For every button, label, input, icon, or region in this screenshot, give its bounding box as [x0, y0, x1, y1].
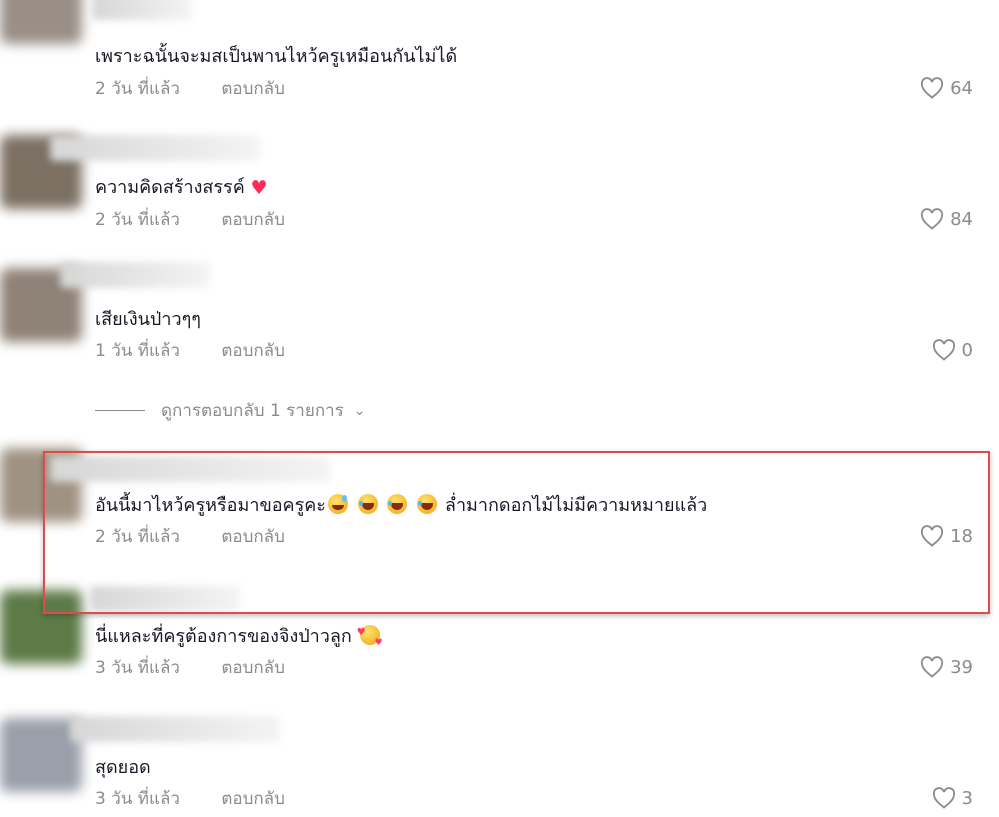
- username-blurred[interactable]: [50, 135, 260, 161]
- comment-text-content: นี่แหละที่ครูต้องการของจิงป่าวลูก: [95, 626, 352, 647]
- reply-button[interactable]: ตอบกลับ: [221, 78, 285, 100]
- heart-outline-icon: [921, 525, 944, 547]
- avatar[interactable]: [0, 0, 82, 44]
- heart-outline-icon: [932, 787, 955, 809]
- divider-line: [95, 410, 145, 411]
- like-button[interactable]: 39: [920, 656, 973, 678]
- comment-time: 1 วัน ที่แล้ว: [95, 341, 180, 361]
- reply-button[interactable]: ตอบกลับ: [221, 526, 285, 548]
- comment-time: 3 วัน ที่แล้ว: [95, 789, 180, 809]
- like-count: 3: [961, 787, 973, 809]
- comment-text: สุดยอด: [95, 757, 151, 778]
- username-blurred[interactable]: [70, 716, 280, 742]
- heart-outline-icon: [932, 339, 955, 361]
- username-blurred[interactable]: [60, 262, 210, 288]
- tears-of-joy-emoji-icon: [387, 494, 408, 514]
- comment-text: ความคิดสร้างสรรค์ ♥: [95, 176, 268, 200]
- username-blurred[interactable]: [50, 456, 330, 482]
- reply-button[interactable]: ตอบกลับ: [221, 788, 285, 810]
- comment-text: อันนี้มาไหว้ครูหรือมาขอครูคะ ล่ำมากดอกไม…: [95, 494, 707, 518]
- smiling-hearts-emoji-icon: [357, 621, 383, 655]
- username-blurred[interactable]: [92, 0, 192, 20]
- heart-emoji-icon: ♥: [250, 177, 268, 199]
- comment-meta: 3 วัน ที่แล้ว ตอบกลับ: [95, 657, 285, 679]
- view-replies-label: ดูการตอบกลับ 1 รายการ: [161, 401, 344, 421]
- like-count: 39: [950, 656, 973, 678]
- grinning-sweat-emoji-icon: [327, 494, 348, 514]
- comment-text-content: อันนี้มาไหว้ครูหรือมาขอครูคะ: [95, 495, 326, 516]
- tears-of-joy-emoji-icon: [417, 494, 438, 514]
- like-button[interactable]: 64: [920, 77, 973, 99]
- comment-time: 2 วัน ที่แล้ว: [95, 79, 180, 99]
- reply-button[interactable]: ตอบกลับ: [221, 657, 285, 679]
- like-count: 84: [950, 208, 973, 230]
- avatar[interactable]: [0, 590, 82, 664]
- comment-text-content: ล่ำมากดอกไม้ไม่มีความหมายแล้ว: [444, 495, 708, 516]
- like-button[interactable]: 0: [932, 339, 973, 361]
- chevron-down-icon: ⌄: [353, 402, 366, 419]
- like-count: 18: [950, 525, 973, 547]
- view-replies-button[interactable]: ดูการตอบกลับ 1 รายการ ⌄: [95, 397, 366, 424]
- heart-outline-icon: [921, 656, 944, 678]
- tears-of-joy-emoji-icon: [357, 494, 378, 514]
- comment-text-content: ความคิดสร้างสรรค์: [95, 177, 245, 198]
- like-count: 64: [950, 77, 973, 99]
- like-button[interactable]: 18: [920, 525, 973, 547]
- reply-button[interactable]: ตอบกลับ: [221, 340, 285, 362]
- comment-text: เพราะฉนั้นจะมสเป็นพานไหว้ครูเหมือนกันไม่…: [95, 46, 458, 67]
- heart-outline-icon: [921, 208, 944, 230]
- like-button[interactable]: 3: [932, 787, 973, 809]
- comment-meta: 2 วัน ที่แล้ว ตอบกลับ: [95, 526, 285, 548]
- like-count: 0: [961, 339, 973, 361]
- like-button[interactable]: 84: [920, 208, 973, 230]
- heart-outline-icon: [921, 77, 944, 99]
- username-blurred[interactable]: [90, 586, 240, 612]
- comment-time: 2 วัน ที่แล้ว: [95, 210, 180, 230]
- comment-time: 3 วัน ที่แล้ว: [95, 658, 180, 678]
- comment-meta: 2 วัน ที่แล้ว ตอบกลับ: [95, 78, 285, 100]
- comment-text: นี่แหละที่ครูต้องการของจิงป่าวลูก: [95, 621, 383, 655]
- comment-time: 2 วัน ที่แล้ว: [95, 527, 180, 547]
- reply-button[interactable]: ตอบกลับ: [221, 209, 285, 231]
- comment-meta: 3 วัน ที่แล้ว ตอบกลับ: [95, 788, 285, 810]
- comment-meta: 1 วัน ที่แล้ว ตอบกลับ: [95, 340, 285, 362]
- comment-meta: 2 วัน ที่แล้ว ตอบกลับ: [95, 209, 285, 231]
- comment-text: เสียเงินป่าวๆๆ: [95, 309, 201, 330]
